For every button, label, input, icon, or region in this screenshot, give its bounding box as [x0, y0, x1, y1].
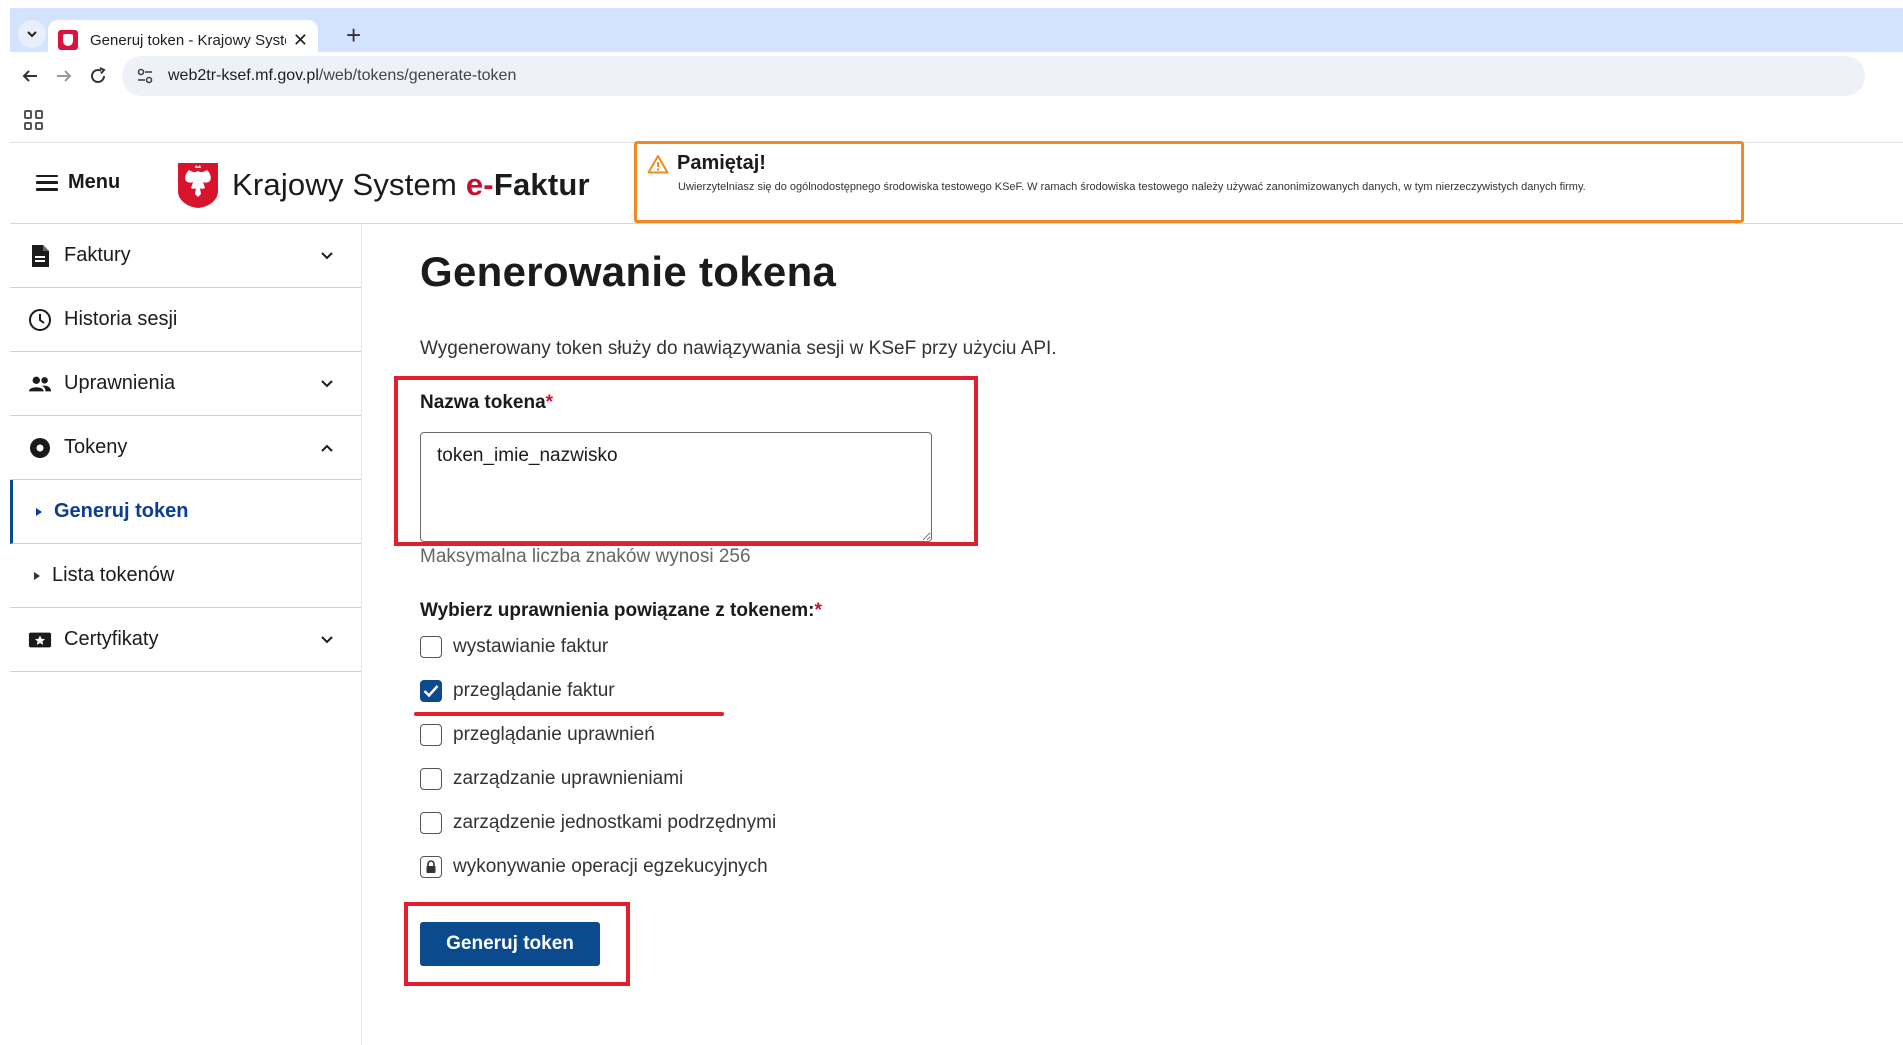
back-arrow-icon[interactable]	[20, 66, 40, 86]
address-bar[interactable]: web2tr-ksef.mf.gov.pl/web/tokens/generat…	[122, 56, 1865, 96]
apps-grid-icon[interactable]	[24, 110, 44, 130]
chevron-up-icon	[321, 444, 333, 452]
sidebar-item-label: Tokeny	[64, 436, 128, 458]
site-favicon-icon	[58, 30, 78, 50]
token-name-input[interactable]: token_imie_nazwisko	[420, 432, 932, 542]
chevron-down-icon	[27, 31, 37, 38]
url-host: web2tr-ksef.mf.gov.pl	[168, 67, 319, 84]
tab-title: Generuj token - Krajowy System e-Faktur	[90, 31, 286, 49]
bookmarks-bar	[10, 100, 1903, 142]
document-icon	[28, 244, 52, 268]
permission-checkbox-zarzadzanie-uprawnieniami[interactable]: zarządzanie uprawnieniami	[420, 768, 683, 790]
checkbox[interactable]	[420, 768, 442, 790]
brand-name-faktur: Faktur	[493, 167, 590, 202]
new-tab-button[interactable]: +	[346, 22, 361, 48]
menu-button[interactable]: Menu	[36, 171, 120, 194]
checkbox-label: przeglądanie faktur	[453, 680, 615, 701]
sidebar-subitem-generuj-token[interactable]: Generuj token	[10, 480, 361, 544]
brand-name-e: e-	[465, 167, 494, 202]
checkbox[interactable]	[420, 724, 442, 746]
site-info-icon[interactable]	[136, 67, 154, 85]
sidebar-item-certyfikaty[interactable]: Certyfikaty	[10, 608, 361, 672]
sidebar-item-tokeny[interactable]: Tokeny	[10, 416, 361, 480]
checkbox-label: zarządzanie uprawnieniami	[453, 768, 684, 789]
page-title: Generowanie tokena	[420, 248, 837, 295]
permissions-label: Wybierz uprawnienia powiązane z tokenem:…	[420, 600, 822, 622]
checkmark-icon	[423, 685, 439, 698]
polish-eagle-emblem-icon	[178, 163, 218, 208]
permission-checkbox-operacje-egzekucyjne: wykonywanie operacji egzekucyjnych	[420, 856, 768, 878]
browser-toolbar: web2tr-ksef.mf.gov.pl/web/tokens/generat…	[10, 52, 1903, 100]
required-mark: *	[545, 392, 554, 413]
tab-search-button[interactable]	[18, 20, 46, 48]
generate-token-button[interactable]: Generuj token	[420, 922, 600, 966]
reload-icon[interactable]	[88, 66, 108, 86]
token-name-label: Nazwa tokena*	[420, 392, 553, 414]
checkbox-checked[interactable]	[420, 680, 442, 702]
permission-checkbox-przegladanie-faktur[interactable]: przeglądanie faktur	[420, 680, 615, 702]
chevron-down-icon	[321, 636, 333, 644]
sidebar-item-label: Faktury	[64, 244, 131, 266]
lock-icon	[426, 860, 436, 873]
checkbox[interactable]	[420, 636, 442, 658]
triangle-right-icon	[34, 571, 40, 580]
menu-label: Menu	[68, 171, 121, 193]
sidebar-subitem-label: Generuj token	[54, 500, 189, 522]
sidebar-item-label: Historia sesji	[64, 308, 178, 330]
certificate-icon	[28, 628, 52, 652]
permission-checkbox-zarzadzenie-jednostkami[interactable]: zarządzenie jednostkami podrzędnymi	[420, 812, 776, 834]
sidebar-item-label: Uprawnienia	[64, 372, 176, 394]
required-mark: *	[814, 600, 822, 621]
permission-checkbox-przegladanie-uprawnien[interactable]: przeglądanie uprawnień	[420, 724, 655, 746]
sidebar-item-historia-sesji[interactable]: Historia sesji	[10, 288, 361, 352]
chevron-down-icon	[321, 380, 333, 388]
checkbox-label: przeglądanie uprawnień	[453, 724, 655, 745]
tab-close-icon[interactable]: ✕	[293, 30, 308, 51]
triangle-right-icon	[36, 507, 42, 516]
checkbox[interactable]	[420, 812, 442, 834]
checkbox-label: wykonywanie operacji egzekucyjnych	[453, 856, 768, 877]
token-name-helper: Maksymalna liczba znaków wynosi 256	[420, 546, 751, 567]
clock-icon	[28, 308, 52, 332]
checkbox-locked	[420, 856, 442, 878]
browser-tab-strip: Generuj token - Krajowy System e-Faktur …	[10, 8, 1903, 60]
notice-text: Uwierzytelniasz się do ogólnodostępnego …	[678, 181, 1586, 193]
sidebar-nav: Faktury Historia sesji Uprawnienia Token…	[10, 224, 362, 1045]
highlight-underline	[414, 712, 724, 716]
token-name-label-text: Nazwa tokena	[420, 392, 546, 413]
token-icon	[28, 436, 52, 460]
people-icon	[28, 372, 52, 396]
sidebar-item-faktury[interactable]: Faktury	[10, 224, 361, 288]
site-header: Menu Krajowy System e-Faktur Pamiętaj! U…	[10, 141, 1903, 224]
sidebar-item-label: Certyfikaty	[64, 628, 159, 650]
permissions-label-text: Wybierz uprawnienia powiązane z tokenem:	[420, 600, 815, 621]
brand-logo[interactable]: Krajowy System e-Faktur	[176, 161, 590, 209]
sidebar-item-uprawnienia[interactable]: Uprawnienia	[10, 352, 361, 416]
sidebar-subitem-label: Lista tokenów	[52, 564, 175, 586]
permission-checkbox-wystawianie-faktur[interactable]: wystawianie faktur	[420, 636, 608, 658]
forward-arrow-icon[interactable]	[54, 66, 74, 86]
test-environment-notice: Pamiętaj! Uwierzytelniasz się do ogólnod…	[634, 141, 1744, 223]
sidebar-subitem-lista-tokenow[interactable]: Lista tokenów	[10, 544, 361, 608]
page-intro: Wygenerowany token służy do nawiązywania…	[420, 338, 1057, 359]
main-content: Generowanie tokena Wygenerowany token sł…	[394, 224, 1820, 1024]
brand-name-main: Krajowy System	[232, 167, 466, 202]
url-path: /web/tokens/generate-token	[318, 67, 517, 84]
checkbox-label: zarządzenie jednostkami podrzędnymi	[453, 812, 777, 833]
brand-name: Krajowy System e-Faktur	[232, 167, 590, 203]
checkbox-label: wystawianie faktur	[453, 636, 609, 657]
notice-title: Pamiętaj!	[677, 152, 766, 174]
notice-title-row: Pamiętaj!	[647, 152, 1741, 175]
warning-icon	[647, 154, 669, 173]
chevron-down-icon	[321, 252, 333, 260]
url-text: web2tr-ksef.mf.gov.pl/web/tokens/generat…	[168, 67, 516, 85]
hamburger-icon	[36, 174, 58, 191]
